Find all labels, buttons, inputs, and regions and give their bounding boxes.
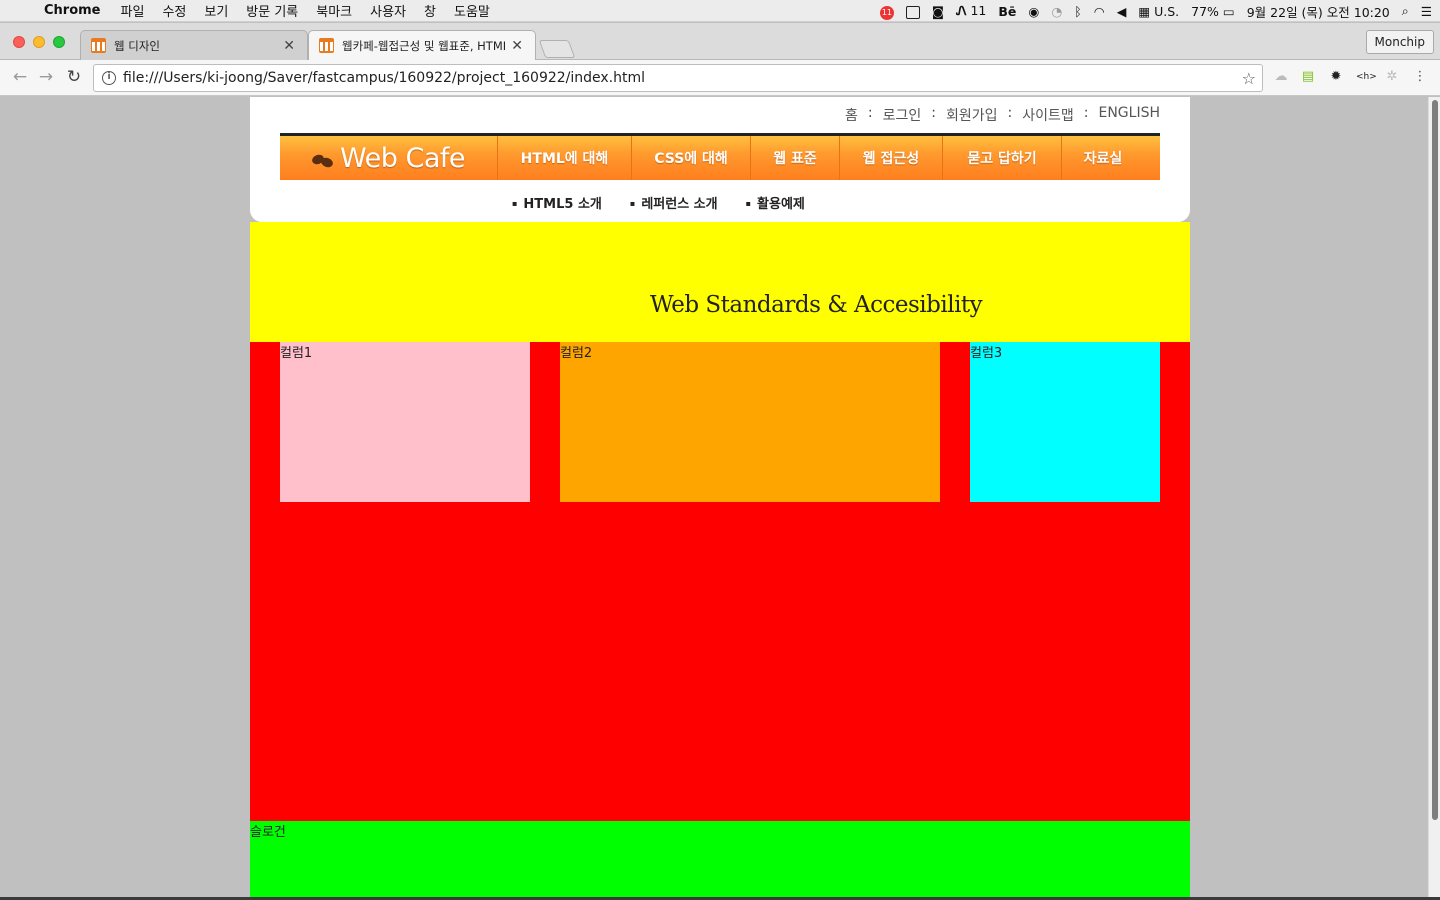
global-navigation: Web Cafe HTML에 대해 CSS에 대해 웹 표준 웹 접근성 묻고 … — [280, 133, 1160, 180]
scrollbar-thumb[interactable] — [1432, 100, 1438, 820]
nav-qna[interactable]: 묻고 답하기 — [943, 136, 1062, 180]
note-icon[interactable] — [905, 4, 920, 19]
clock[interactable]: 9월 22일 (목) 오전 10:20 — [1247, 2, 1390, 21]
back-arrow-icon[interactable]: ← — [10, 67, 30, 87]
page-viewport: 홈 : 로그인 : 회원가입 : 사이트맵 : ENGLISH Web Cafe… — [0, 97, 1428, 897]
window-minimize-button[interactable] — [33, 36, 45, 48]
spotlight-search-icon[interactable]: ⌕ — [1402, 3, 1409, 19]
nav-web-standards[interactable]: 웹 표준 — [751, 136, 840, 180]
logo-text: Web Cafe — [340, 142, 465, 174]
reload-icon[interactable]: ↻ — [64, 67, 84, 87]
site-header: 홈 : 로그인 : 회원가입 : 사이트맵 : ENGLISH Web Cafe… — [250, 97, 1190, 222]
menu-help[interactable]: 도움말 — [454, 1, 490, 20]
tab-webcafe[interactable]: 웹카페-웹접근성 및 웹표준, HTML5 ✕ — [308, 30, 536, 60]
mac-menu-bar: Chrome 파일 수정 보기 방문 기록 북마크 사용자 창 도움말 11 ◙… — [0, 0, 1440, 22]
column-1: 컬럼1 — [280, 342, 530, 502]
browser-toolbar: ← → ↻ i file:///Users/ki-joong/Saver/fas… — [0, 60, 1440, 96]
bookmark-star-icon[interactable]: ☆ — [1242, 69, 1256, 88]
menu-status-area: 11 ◙ Ꮑ 11 Bē ◉ ◔ ᛒ ◠ ◀ ▦ U.S. 77% ▭ 9월 2… — [868, 0, 1432, 22]
menu-history[interactable]: 방문 기록 — [246, 1, 298, 20]
util-separator: : — [867, 105, 873, 121]
screenshot-icon[interactable]: ◉ — [1028, 4, 1039, 19]
util-join-link[interactable]: 회원가입 — [946, 105, 998, 125]
utility-links: 홈 : 로그인 : 회원가입 : 사이트맵 : ENGLISH — [845, 105, 1160, 125]
menu-file[interactable]: 파일 — [121, 1, 145, 20]
address-bar[interactable]: i file:///Users/ki-joong/Saver/fastcampu… — [93, 64, 1263, 92]
content-area: 컬럼1 컬럼2 컬럼3 — [250, 342, 1190, 821]
util-separator: : — [931, 105, 936, 121]
visual-headline: Web Standards & Accesibility — [650, 292, 983, 318]
site-logo[interactable]: Web Cafe — [280, 136, 498, 180]
battery-percent: 77% — [1191, 3, 1219, 19]
tab-title: 웹 디자인 — [114, 38, 160, 53]
url-text[interactable]: file:///Users/ki-joong/Saver/fastcampus/… — [123, 70, 1242, 86]
input-source-flag-icon[interactable]: ▦ U.S. — [1138, 4, 1179, 19]
camera-user-icon[interactable]: ◙ — [932, 4, 944, 19]
nav-html[interactable]: HTML에 대해 — [498, 136, 632, 180]
tab-close-icon[interactable]: ✕ — [511, 38, 523, 54]
slogan-area: 슬로건 — [250, 821, 1190, 897]
column-3: 컬럼3 — [970, 342, 1160, 502]
tab-title: 웹카페-웹접근성 및 웹표준, HTML5 — [342, 38, 506, 53]
webcafe-favicon-icon — [91, 38, 106, 53]
nav-library[interactable]: 자료실 — [1062, 136, 1144, 180]
visual-banner: Web Standards & Accesibility — [250, 222, 1190, 342]
adobe-count: 11 — [970, 3, 987, 18]
adobe-icon[interactable]: Ꮑ 11 — [956, 3, 986, 19]
util-separator: : — [1007, 105, 1013, 121]
subnav-examples[interactable]: 활용예제 — [746, 193, 805, 212]
window-zoom-button[interactable] — [53, 36, 65, 48]
evernote-extension-icon[interactable]: ▤ — [1300, 69, 1316, 85]
sub-navigation: HTML5 소개 레퍼런스 소개 활용예제 — [512, 193, 833, 212]
nav-css[interactable]: CSS에 대해 — [632, 136, 751, 180]
notification-icon[interactable]: 11 — [879, 3, 894, 20]
new-tab-button[interactable] — [538, 40, 576, 58]
time-machine-icon[interactable]: ◔ — [1051, 4, 1062, 19]
bluetooth-icon[interactable]: ᛒ — [1074, 4, 1082, 19]
profile-button[interactable]: Monchip — [1365, 30, 1434, 54]
puzzle-extension-icon[interactable]: ✲ — [1384, 69, 1400, 85]
column-2: 컬럼2 — [560, 342, 940, 502]
util-login-link[interactable]: 로그인 — [883, 105, 922, 125]
subnav-reference-intro[interactable]: 레퍼런스 소개 — [630, 193, 717, 212]
chrome-menu-icon[interactable]: ⋮ — [1412, 69, 1428, 85]
tab-strip: 웹 디자인 ✕ 웹카페-웹접근성 및 웹표준, HTML5 ✕ Monchip — [0, 23, 1440, 60]
subnav-html5-intro[interactable]: HTML5 소개 — [512, 193, 601, 212]
menu-window[interactable]: 창 — [424, 1, 436, 20]
nav-accessibility[interactable]: 웹 접근성 — [840, 136, 943, 180]
util-home-link[interactable]: 홈 — [845, 105, 858, 125]
cloud-extension-icon[interactable]: ☁ — [1273, 69, 1289, 85]
window-close-button[interactable] — [13, 36, 25, 48]
util-english-link[interactable]: ENGLISH — [1098, 105, 1160, 125]
gear-extension-icon[interactable]: ✹ — [1328, 69, 1344, 85]
menu-view[interactable]: 보기 — [204, 1, 228, 20]
volume-icon[interactable]: ◀ — [1117, 4, 1127, 19]
battery-icon: ▭ — [1222, 3, 1235, 19]
behance-icon[interactable]: Bē — [998, 4, 1016, 19]
notification-center-icon[interactable]: ☰ — [1421, 4, 1432, 19]
site-wrapper: 홈 : 로그인 : 회원가입 : 사이트맵 : ENGLISH Web Cafe… — [250, 97, 1190, 897]
input-source-label: U.S. — [1154, 3, 1180, 19]
battery-indicator[interactable]: 77% ▭ — [1191, 4, 1235, 19]
html-tag-extension-icon[interactable]: <h> — [1356, 69, 1377, 85]
menu-edit[interactable]: 수정 — [162, 1, 186, 20]
notification-count: 11 — [879, 5, 894, 20]
tab-web-design[interactable]: 웹 디자인 ✕ — [80, 30, 308, 60]
util-separator: : — [1083, 105, 1089, 121]
page-scrollbar[interactable] — [1428, 97, 1440, 897]
menu-bookmarks[interactable]: 북마크 — [316, 1, 352, 20]
menu-people[interactable]: 사용자 — [370, 1, 406, 20]
util-sitemap-link[interactable]: 사이트맵 — [1022, 105, 1074, 125]
menu-app-chrome[interactable]: Chrome — [44, 3, 101, 18]
info-icon[interactable]: i — [102, 71, 116, 85]
forward-arrow-icon[interactable]: → — [36, 67, 56, 87]
wifi-icon[interactable]: ◠ — [1094, 4, 1105, 19]
tab-close-icon[interactable]: ✕ — [283, 38, 295, 54]
webcafe-favicon-icon — [319, 38, 334, 53]
coffee-bean-icon — [310, 153, 335, 169]
